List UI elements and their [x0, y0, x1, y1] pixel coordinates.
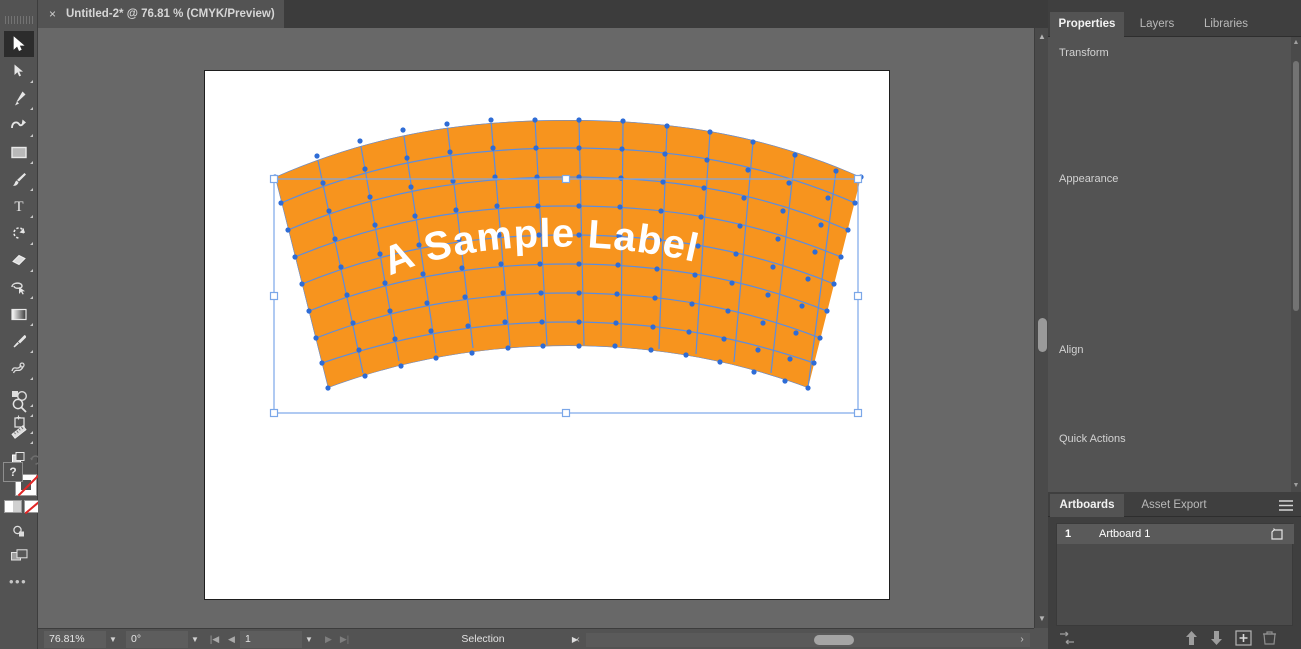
scroll-left-icon[interactable]: ‹: [572, 633, 584, 647]
shaper-tool[interactable]: [4, 274, 34, 300]
properties-panel-scrollbar[interactable]: ▲ ▼: [1291, 37, 1301, 492]
rotate-tool[interactable]: [4, 220, 34, 246]
tool-group-indicator: [30, 296, 33, 299]
panel-scroll-down-icon[interactable]: ▼: [1291, 480, 1301, 492]
tool-group-indicator: [30, 215, 33, 218]
tool-group-indicator: [30, 107, 33, 110]
zoom-dropdown-icon[interactable]: ▼: [106, 631, 120, 648]
artwork-layer[interactable]: A Sample Label: [38, 28, 1034, 628]
properties-panel-body: [1048, 37, 1291, 492]
new-artboard-icon[interactable]: [1235, 630, 1252, 646]
draw-mode-button[interactable]: [4, 518, 34, 544]
rectangle-tool[interactable]: [4, 139, 34, 165]
table-row[interactable]: 1 Artboard 1: [1057, 524, 1294, 544]
artboard-row-name[interactable]: Artboard 1: [1099, 524, 1150, 544]
canvas[interactable]: A Sample Label: [38, 28, 1034, 628]
panel-scroll-up-icon[interactable]: ▲: [1291, 37, 1301, 49]
move-up-icon[interactable]: [1184, 630, 1199, 646]
tool-group-indicator: [30, 441, 33, 444]
panel-scrollbar-thumb[interactable]: [1293, 61, 1299, 311]
tab-layers[interactable]: Layers: [1128, 12, 1186, 37]
rotation-field[interactable]: 0°: [126, 631, 188, 648]
hamburger-menu-icon[interactable]: [1279, 500, 1293, 511]
measure-tool[interactable]: [4, 419, 34, 445]
scroll-right-icon[interactable]: ›: [1016, 633, 1028, 647]
tool-group-indicator: [30, 188, 33, 191]
artboards-panel-footer: [1048, 627, 1301, 649]
scroll-down-icon[interactable]: ▼: [1035, 612, 1049, 626]
color-swatch-button[interactable]: [4, 500, 22, 513]
svg-text:T: T: [14, 199, 23, 214]
transform-section-title: Transform: [1059, 47, 1109, 59]
artboard-number-field[interactable]: 1: [240, 631, 302, 648]
paintbrush-tool[interactable]: [4, 166, 34, 192]
illustrator-window: » × Untitled-2* @ 76.81 % (CMYK/Preview)…: [0, 0, 1301, 649]
artboards-panel: Artboards Asset Export 1 Artboard 1: [1048, 494, 1301, 649]
artboard-dropdown-icon[interactable]: ▼: [302, 631, 316, 648]
curvature-tool[interactable]: [4, 112, 34, 138]
vertical-scrollbar-thumb[interactable]: [1038, 318, 1047, 352]
status-text: Selection: [368, 631, 598, 648]
next-artboard-icon[interactable]: ▶: [322, 631, 335, 648]
none-swatch-button[interactable]: [24, 500, 39, 513]
screen-mode-button[interactable]: [4, 542, 34, 568]
tool-group-indicator: [30, 269, 33, 272]
artboards-list[interactable]: 1 Artboard 1: [1056, 523, 1293, 626]
scroll-up-icon[interactable]: ▲: [1035, 30, 1049, 44]
fill-stroke-swatches[interactable]: ?: [3, 462, 35, 496]
type-tool[interactable]: T: [4, 193, 34, 219]
fill-swatch-unknown[interactable]: ?: [3, 462, 23, 482]
eraser-tool[interactable]: [4, 247, 34, 273]
artboard-row-number: 1: [1065, 524, 1071, 544]
artboard-options-icon[interactable]: [1271, 527, 1286, 541]
canvas-horizontal-scrollbar[interactable]: ‹ ›: [586, 633, 1030, 647]
selection-tool[interactable]: [4, 31, 34, 57]
tool-group-indicator: [30, 414, 33, 417]
eyedropper-tool[interactable]: [4, 328, 34, 354]
tool-group-indicator: [30, 242, 33, 245]
right-panel-dock: Properties Layers Libraries ▲ ▼ Transfor…: [1048, 0, 1301, 649]
tool-group-indicator: [30, 134, 33, 137]
tab-artboards[interactable]: Artboards: [1050, 494, 1124, 517]
tool-group-indicator: [30, 350, 33, 353]
tools-panel: T: [0, 0, 38, 649]
horizontal-scrollbar-thumb[interactable]: [814, 635, 854, 645]
move-down-icon[interactable]: [1209, 630, 1224, 646]
appearance-section-title: Appearance: [1059, 173, 1118, 185]
canvas-vertical-scrollbar[interactable]: ▲ ▼: [1034, 28, 1048, 628]
tab-libraries[interactable]: Libraries: [1190, 12, 1262, 37]
edit-toolbar-icon[interactable]: •••: [9, 574, 27, 589]
direct-selection-tool[interactable]: [4, 58, 34, 84]
color-mode-buttons[interactable]: [4, 500, 36, 513]
first-artboard-icon[interactable]: |◀: [208, 631, 221, 648]
close-icon[interactable]: ×: [49, 0, 56, 28]
tool-group-indicator: [30, 161, 33, 164]
align-section-title: Align: [1059, 344, 1083, 356]
zoom-level-field[interactable]: 76.81%: [44, 631, 106, 648]
artboards-panel-tabs: Artboards Asset Export: [1048, 494, 1301, 517]
tab-asset-export[interactable]: Asset Export: [1128, 494, 1220, 517]
rotation-dropdown-icon[interactable]: ▼: [188, 631, 202, 648]
tool-group-indicator: [30, 377, 33, 380]
tool-group-indicator: [30, 80, 33, 83]
tool-group-indicator: [30, 323, 33, 326]
toolbar-drag-handle[interactable]: [5, 16, 33, 24]
last-artboard-icon[interactable]: ▶|: [338, 631, 351, 648]
previous-artboard-icon[interactable]: ◀: [225, 631, 238, 648]
document-tab[interactable]: × Untitled-2* @ 76.81 % (CMYK/Preview): [36, 0, 284, 28]
tab-properties[interactable]: Properties: [1050, 12, 1124, 37]
status-bar: 76.81% ▼ 0° ▼ |◀ ◀ 1 ▼ ▶ ▶| Selection ▶ …: [38, 628, 1034, 649]
blend-tool[interactable]: [4, 355, 34, 381]
gradient-tool[interactable]: [4, 301, 34, 327]
delete-artboard-icon[interactable]: [1262, 630, 1277, 646]
pen-tool[interactable]: [4, 85, 34, 111]
rearrange-artboards-icon[interactable]: [1058, 631, 1076, 646]
document-tab-title: Untitled-2* @ 76.81 % (CMYK/Preview): [66, 8, 275, 20]
zoom-tool[interactable]: [4, 392, 34, 418]
properties-panel-tabs: Properties Layers Libraries: [1048, 12, 1301, 37]
quick-actions-section-title: Quick Actions: [1059, 433, 1126, 445]
